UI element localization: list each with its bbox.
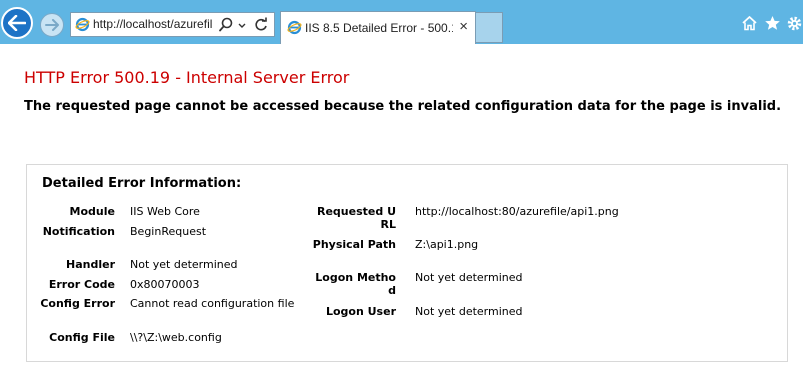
logon-user-value: Not yet determined: [415, 305, 523, 318]
back-button[interactable]: [1, 7, 33, 39]
search-icon[interactable]: [218, 16, 234, 34]
details-heading: Detailed Error Information:: [42, 176, 242, 191]
logon-method-label: Logon Method: [315, 271, 396, 297]
config-error-label: Config Error: [40, 297, 115, 310]
logon-user-label: Logon User: [325, 305, 396, 318]
address-bar[interactable]: http://localhost/azurefil: [70, 12, 275, 37]
config-file-value: \\?\Z:\web.config: [130, 331, 222, 344]
browser-toolbar: http://localhost/azurefil IIS 8.5 Detail…: [0, 0, 803, 44]
refresh-icon[interactable]: [253, 16, 269, 34]
page-content: HTTP Error 500.19 - Internal Server Erro…: [0, 44, 803, 368]
home-button[interactable]: [739, 13, 759, 33]
tools-button[interactable]: [784, 13, 803, 33]
module-value: IIS Web Core: [130, 205, 200, 218]
home-icon: [741, 16, 757, 31]
error-details-panel: Detailed Error Information: Module IIS W…: [26, 164, 788, 362]
new-tab-button[interactable]: [476, 12, 503, 43]
tab-iis-error[interactable]: IIS 8.5 Detailed Error - 500.1... ×: [280, 11, 476, 44]
notification-value: BeginRequest: [130, 225, 207, 238]
address-url[interactable]: http://localhost/azurefil: [93, 17, 213, 31]
notification-label: Notification: [42, 225, 115, 238]
star-icon: [764, 16, 780, 30]
page-title: HTTP Error 500.19 - Internal Server Erro…: [24, 68, 350, 87]
favorites-button[interactable]: [762, 13, 782, 33]
config-error-value: Cannot read configuration file: [130, 297, 295, 310]
ie-logo-icon: [287, 20, 302, 35]
tab-title: IIS 8.5 Detailed Error - 500.1...: [305, 21, 453, 35]
physical-path-value: Z:\api1.png: [415, 238, 479, 251]
close-icon[interactable]: ×: [459, 18, 468, 35]
requested-url-label: Requested URL: [317, 205, 396, 231]
forward-arrow-icon: [45, 19, 59, 31]
gear-icon: [787, 16, 801, 30]
back-arrow-icon: [8, 15, 26, 31]
error-code-label: Error Code: [48, 278, 115, 291]
logon-method-value: Not yet determined: [415, 271, 523, 284]
chevron-down-icon[interactable]: [237, 16, 247, 34]
config-file-label: Config File: [49, 331, 115, 344]
module-label: Module: [69, 205, 115, 218]
forward-button[interactable]: [40, 13, 64, 37]
physical-path-label: Physical Path: [312, 238, 396, 251]
handler-label: Handler: [66, 258, 115, 271]
error-description: The requested page cannot be accessed be…: [24, 99, 782, 114]
error-code-value: 0x80070003: [130, 278, 200, 291]
requested-url-value: http://localhost:80/azurefile/api1.png: [415, 205, 619, 218]
ie-logo-icon: [75, 17, 90, 32]
handler-value: Not yet determined: [130, 258, 238, 271]
